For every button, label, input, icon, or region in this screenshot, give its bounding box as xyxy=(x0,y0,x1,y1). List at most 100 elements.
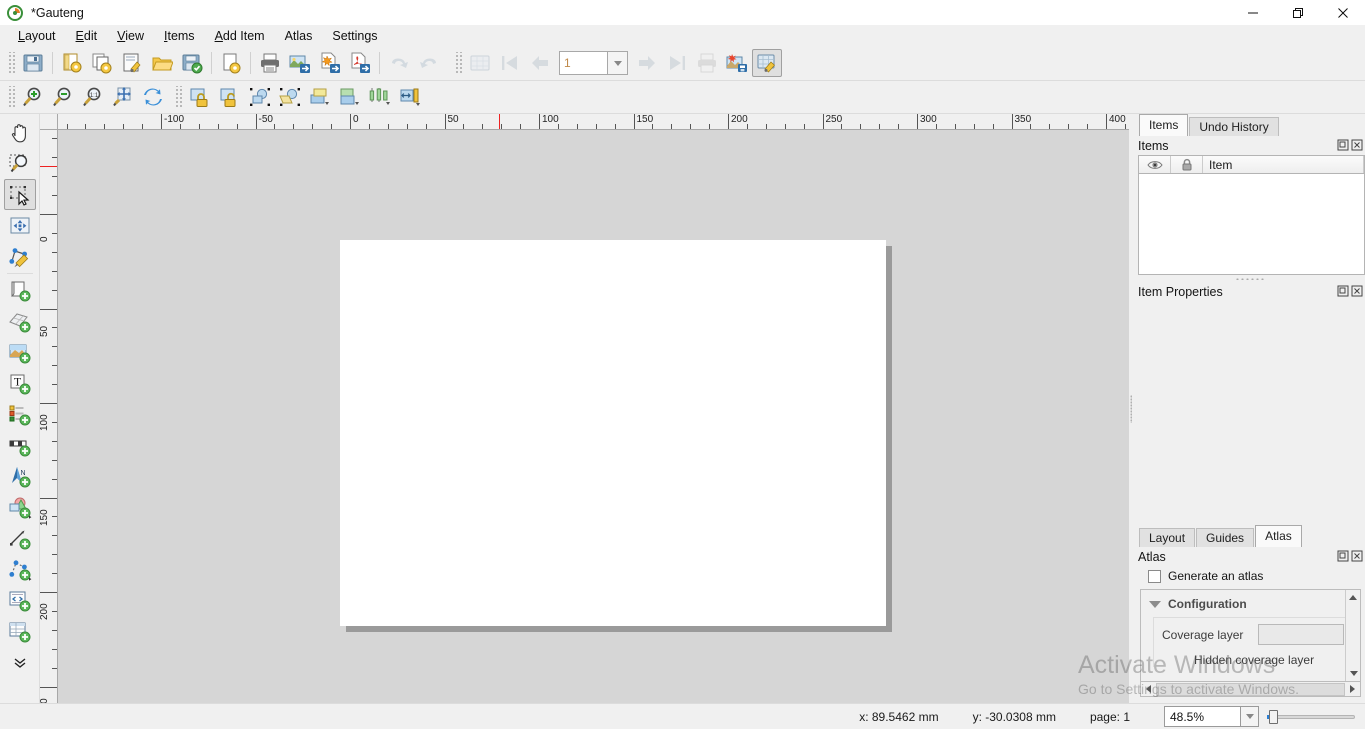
zoom-slider[interactable] xyxy=(1267,709,1355,724)
tab-items[interactable]: Items xyxy=(1139,114,1189,136)
export-as-svg-button[interactable] xyxy=(315,49,345,77)
zoom-out-button[interactable] xyxy=(48,83,78,111)
export-as-pdf-button[interactable] xyxy=(345,49,375,77)
vertical-ruler[interactable]: 0 50 100 150 200 250 xyxy=(40,130,58,703)
menu-add-item[interactable]: Add Item xyxy=(205,26,275,46)
add-arrow-tool[interactable] xyxy=(4,523,36,554)
column-item[interactable]: Item xyxy=(1203,156,1364,173)
toolbar-grip[interactable] xyxy=(7,52,15,74)
undock-icon[interactable] xyxy=(1337,139,1349,151)
add-node-item-tool[interactable] xyxy=(4,554,36,585)
atlas-feature-dropdown[interactable] xyxy=(607,51,628,75)
next-feature-button[interactable] xyxy=(632,49,662,77)
minimize-button[interactable] xyxy=(1230,0,1275,25)
distribute-items-button[interactable] xyxy=(395,83,425,111)
zoom-actual-size-button[interactable]: 1:1 xyxy=(78,83,108,111)
maximize-restore-button[interactable] xyxy=(1275,0,1320,25)
layout-properties-button[interactable] xyxy=(216,49,246,77)
scroll-up-button[interactable] xyxy=(1346,590,1360,605)
menu-edit[interactable]: Edit xyxy=(66,26,108,46)
coverage-layer-combobox[interactable] xyxy=(1258,624,1344,645)
edit-nodes-item-tool[interactable] xyxy=(4,241,36,272)
generate-atlas-checkbox[interactable] xyxy=(1148,569,1161,583)
atlas-feature-input[interactable] xyxy=(559,51,607,75)
menu-layout[interactable]: Layout xyxy=(8,26,66,46)
hscroll-thumb[interactable] xyxy=(1156,682,1345,696)
align-items-button[interactable] xyxy=(365,83,395,111)
tab-layout[interactable]: Layout xyxy=(1139,528,1196,547)
new-layout-button[interactable] xyxy=(57,49,87,77)
add-north-arrow-tool[interactable]: N xyxy=(4,461,36,492)
chevron-down-icon[interactable] xyxy=(1149,600,1161,608)
tab-guides[interactable]: Guides xyxy=(1196,528,1255,547)
add-picture-tool[interactable] xyxy=(4,337,36,368)
panel-splitter[interactable] xyxy=(1129,114,1134,703)
raise-items-button[interactable] xyxy=(305,83,335,111)
close-panel-icon[interactable] xyxy=(1351,139,1363,151)
dock-resize-grip[interactable] xyxy=(1134,275,1365,282)
toolbar-grip-nav[interactable] xyxy=(7,86,15,108)
layout-page-1[interactable] xyxy=(340,240,886,626)
add-html-frame-tool[interactable] xyxy=(4,585,36,616)
undock-icon[interactable] xyxy=(1337,550,1349,562)
scroll-left-button[interactable] xyxy=(1141,683,1156,696)
toolbar-grip-atlas[interactable] xyxy=(454,52,462,74)
lower-items-button[interactable] xyxy=(335,83,365,111)
zoom-level-combobox[interactable] xyxy=(1164,706,1259,727)
hidden-coverage-layer-row[interactable]: Hidden coverage layer xyxy=(1154,653,1352,667)
refresh-view-button[interactable] xyxy=(138,83,168,111)
items-list[interactable] xyxy=(1138,174,1365,275)
lock-items-button[interactable] xyxy=(185,83,215,111)
scroll-right-button[interactable] xyxy=(1345,683,1360,696)
open-template-button[interactable] xyxy=(147,49,177,77)
select-move-item-tool[interactable] xyxy=(3,179,36,210)
menu-atlas[interactable]: Atlas xyxy=(275,26,323,46)
unlock-all-items-button[interactable] xyxy=(215,83,245,111)
menu-settings[interactable]: Settings xyxy=(322,26,387,46)
menu-view[interactable]: View xyxy=(107,26,154,46)
print-atlas-button[interactable] xyxy=(692,49,722,77)
preview-atlas-button[interactable] xyxy=(465,49,495,77)
export-atlas-as-images-button[interactable] xyxy=(722,49,752,77)
menu-items[interactable]: Items xyxy=(154,26,205,46)
export-as-image-button[interactable] xyxy=(285,49,315,77)
toolbar-grip-items[interactable] xyxy=(174,86,182,108)
atlas-vertical-scrollbar[interactable] xyxy=(1345,590,1360,681)
group-items-button[interactable] xyxy=(245,83,275,111)
add-legend-tool[interactable] xyxy=(4,399,36,430)
zoom-full-extent-button[interactable] xyxy=(108,83,138,111)
add-attribute-table-tool[interactable] xyxy=(4,616,36,647)
atlas-configuration-scrollarea[interactable]: Configuration Coverage layer Hidden cove… xyxy=(1140,589,1361,682)
undo-button[interactable] xyxy=(384,49,414,77)
move-item-content-tool[interactable] xyxy=(4,210,36,241)
scroll-down-button[interactable] xyxy=(1346,666,1360,681)
undock-icon[interactable] xyxy=(1337,285,1349,297)
zoom-level-input[interactable] xyxy=(1164,706,1240,727)
atlas-feature-spinbox[interactable] xyxy=(559,51,628,75)
add-map-tool[interactable] xyxy=(4,275,36,306)
configuration-collapse-row[interactable]: Configuration xyxy=(1141,594,1360,614)
zoom-slider-knob[interactable] xyxy=(1269,709,1278,724)
ungroup-items-button[interactable] xyxy=(275,83,305,111)
save-template-button[interactable] xyxy=(177,49,207,77)
save-project-button[interactable] xyxy=(18,49,48,77)
add-scalebar-tool[interactable] xyxy=(4,430,36,461)
print-layout-button[interactable] xyxy=(255,49,285,77)
generate-atlas-row[interactable]: Generate an atlas xyxy=(1134,566,1365,586)
add-label-tool[interactable]: T xyxy=(4,368,36,399)
atlas-horizontal-scrollbar[interactable] xyxy=(1140,682,1361,697)
close-panel-icon[interactable] xyxy=(1351,285,1363,297)
tab-undo-history[interactable]: Undo History xyxy=(1189,117,1279,136)
last-feature-button[interactable] xyxy=(662,49,692,77)
duplicate-layout-button[interactable] xyxy=(87,49,117,77)
previous-feature-button[interactable] xyxy=(525,49,555,77)
pan-layout-tool[interactable] xyxy=(4,117,36,148)
layout-manager-button[interactable] xyxy=(117,49,147,77)
layout-canvas-area[interactable]: -100 -50 0 50 100 150 200 250 300 350 400 0 50 100 15… xyxy=(40,114,1129,703)
zoom-level-dropdown[interactable] xyxy=(1240,706,1259,727)
close-button[interactable] xyxy=(1320,0,1365,25)
horizontal-ruler[interactable]: -100 -50 0 50 100 150 200 250 300 350 400 xyxy=(58,114,1129,130)
first-feature-button[interactable] xyxy=(495,49,525,77)
column-visibility[interactable] xyxy=(1139,156,1171,173)
tab-atlas[interactable]: Atlas xyxy=(1255,525,1302,547)
